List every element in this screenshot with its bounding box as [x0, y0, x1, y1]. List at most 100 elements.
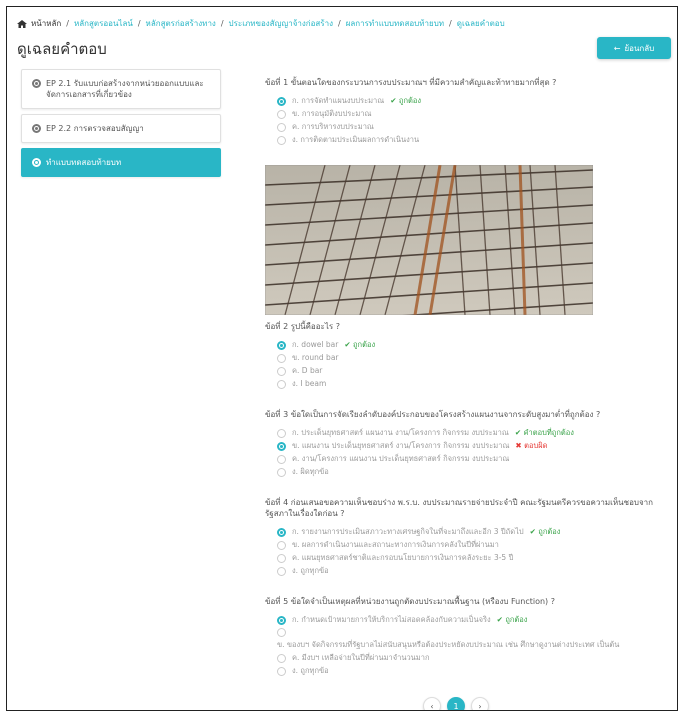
question-3: ข้อที่ 3 ข้อใดเป็นการจัดเรียงลำดับองค์ปร…	[265, 409, 665, 477]
correct-mark: ✔ ถูกต้อง	[529, 527, 561, 536]
sidebar-item-label: EP 2.2 การตรวจสอบสัญญา	[46, 124, 144, 133]
radio-circle-icon	[32, 158, 41, 167]
radio-checked-icon	[277, 96, 286, 106]
question-title: ข้อที่ 2 รูปนี้คืออะไร ?	[265, 322, 340, 331]
sidebar-item-ep21[interactable]: EP 2.1 รับแบบก่อสร้างจากหน่วยออกแบบและจั…	[21, 69, 221, 109]
option-text: ค. การบริหารงบประมาณ	[292, 122, 374, 131]
answer-option: ข. แผนงาน ประเด็นยุทธศาสตร์ งาน/โครงการ …	[265, 441, 665, 451]
question-title: ข้อที่ 1 ขั้นตอนใดของกระบวนการงบประมาณฯ …	[265, 78, 557, 87]
back-button-label: ย้อนกลับ	[624, 43, 655, 53]
question-2: ข้อที่ 2 รูปนี้คืออะไร ? ก. dowel bar ✔ …	[264, 164, 665, 389]
prev-page-button[interactable]: ‹	[423, 697, 441, 710]
radio-icon	[277, 122, 286, 132]
question-4: ข้อที่ 4 ก่อนเสนอขอความเห็นชอบร่าง พ.ร.บ…	[265, 497, 665, 576]
option-text: ข. การอนุมัติงบประมาณ	[292, 109, 372, 118]
radio-checked-icon	[277, 340, 286, 350]
question-5: ข้อที่ 5 ข้อใดจำเป็นเหตุผลที่หน่วยงานถูก…	[265, 596, 665, 676]
arrow-left-icon: ←	[613, 43, 621, 53]
next-page-button[interactable]: ›	[471, 697, 489, 710]
pagination: ‹ 1 ›	[423, 697, 489, 710]
answer-option: ง. I beam	[265, 379, 665, 389]
correct-mark: ✔ ถูกต้อง	[496, 615, 528, 624]
rebar-photo	[264, 164, 594, 326]
correct-mark: ✔ ถูกต้อง	[390, 96, 422, 105]
breadcrumb-item-current: ดูเฉลยคำตอบ	[456, 19, 505, 28]
home-icon	[17, 19, 27, 28]
radio-icon	[277, 553, 286, 563]
sidebar-item-quiz[interactable]: ทำแบบทดสอบท้ายบท	[21, 148, 221, 177]
question-1: ข้อที่ 1 ขั้นตอนใดของกระบวนการงบประมาณฯ …	[265, 77, 665, 145]
answer-option: ค. D bar	[265, 366, 665, 376]
radio-icon	[277, 366, 286, 376]
page-title: ดูเฉลยคำตอบ	[17, 40, 107, 58]
answer-option: ก. dowel bar ✔ ถูกต้อง	[265, 340, 665, 350]
radio-checked-icon	[277, 441, 286, 451]
option-text: ง. ผิดทุกข้อ	[292, 467, 329, 476]
breadcrumb-item[interactable]: ประเภทของสัญญาจ้างก่อสร้าง	[229, 17, 333, 30]
option-text: ก. รายงานการประเมินสภาวะทางเศรษฐกิจในที่…	[292, 527, 524, 536]
radio-icon	[277, 135, 286, 145]
answer-option: ก. การจัดทำแผนงบประมาณ ✔ ถูกต้อง	[265, 96, 665, 106]
breadcrumb-item[interactable]: หลักสูตรออนไลน์	[74, 17, 133, 30]
radio-icon	[277, 566, 286, 576]
radio-checked-icon	[277, 527, 286, 537]
radio-icon	[277, 467, 286, 477]
correct-mark: ✔ ถูกต้อง	[344, 340, 376, 349]
option-text: ข. ผลการดำเนินงานและสถานะทางการเงินการคล…	[292, 540, 499, 549]
answer-option: ข. ผลการดำเนินงานและสถานะทางการเงินการคล…	[265, 540, 665, 550]
radio-icon	[277, 109, 286, 119]
breadcrumb-separator: /	[449, 19, 452, 28]
radio-icon	[277, 666, 286, 676]
option-text: ค. งาน/โครงการ แผนงาน ประเด็นยุทธศาสตร์ …	[292, 454, 510, 463]
answer-option: ง. ผิดทุกข้อ	[265, 467, 665, 477]
option-text: ค. มีงบฯ เหลือจ่ายในปีที่ผ่านมาจำนวนมาก	[292, 653, 430, 662]
back-button[interactable]: ← ย้อนกลับ	[597, 37, 671, 59]
breadcrumb-separator: /	[66, 19, 69, 28]
answer-option: ค. การบริหารงบประมาณ	[265, 122, 665, 132]
option-text: ก. dowel bar	[292, 340, 339, 349]
answer-option: ข. round bar	[265, 353, 665, 363]
answer-option: ง. ถูกทุกข้อ	[265, 666, 665, 676]
question-title: ข้อที่ 4 ก่อนเสนอขอความเห็นชอบร่าง พ.ร.บ…	[265, 498, 653, 518]
option-text: ก. ประเด็นยุทธศาสตร์ แผนงาน งาน/โครงการ …	[292, 428, 509, 437]
breadcrumb-item[interactable]: หลักสูตรก่อสร้างทาง	[146, 17, 216, 30]
answer-option	[265, 628, 665, 637]
breadcrumb: หน้าหลัก / หลักสูตรออนไลน์ / หลักสูตรก่อ…	[17, 17, 505, 30]
answer-content: ข้อที่ 1 ขั้นตอนใดของกระบวนการงบประมาณฯ …	[264, 77, 665, 696]
option-text: ข. แผนงาน ประเด็นยุทธศาสตร์ งาน/โครงการ …	[292, 441, 510, 450]
option-text: ค. แผนยุทธศาสตร์ชาติและกรอบนโยบายการเงิน…	[292, 553, 514, 562]
option-text: ข. ของบฯ จัดกิจกรรมที่รัฐบาลไม่สนับสนุนห…	[277, 640, 620, 649]
breadcrumb-separator: /	[220, 19, 224, 28]
radio-icon	[277, 353, 286, 363]
answer-option: ง. การติดตามประเมินผลการดำเนินงาน	[265, 135, 665, 145]
sidebar-item-label: EP 2.1 รับแบบก่อสร้างจากหน่วยออกแบบและจั…	[46, 79, 204, 99]
breadcrumb-separator: /	[338, 19, 341, 28]
option-text: ข. round bar	[292, 353, 339, 362]
option-text: ค. D bar	[292, 366, 323, 375]
breadcrumb-item[interactable]: ผลการทำแบบทดสอบท้ายบท	[346, 17, 444, 30]
breadcrumb-separator: /	[137, 19, 141, 28]
radio-checked-icon	[277, 615, 286, 625]
page-button-current[interactable]: 1	[447, 697, 465, 710]
app-frame: หน้าหลัก / หลักสูตรออนไลน์ / หลักสูตรก่อ…	[6, 6, 678, 711]
question-title: ข้อที่ 3 ข้อใดเป็นการจัดเรียงลำดับองค์ปร…	[265, 410, 601, 419]
answer-option: ค. งาน/โครงการ แผนงาน ประเด็นยุทธศาสตร์ …	[265, 454, 665, 464]
sidebar-item-ep22[interactable]: EP 2.2 การตรวจสอบสัญญา	[21, 114, 221, 143]
radio-circle-icon	[32, 79, 41, 88]
breadcrumb-home[interactable]: หน้าหลัก	[31, 17, 61, 30]
question-title: ข้อที่ 5 ข้อใดจำเป็นเหตุผลที่หน่วยงานถูก…	[265, 597, 555, 606]
radio-icon	[277, 379, 286, 389]
answer-option: ค. แผนยุทธศาสตร์ชาติและกรอบนโยบายการเงิน…	[265, 553, 665, 563]
radio-icon	[277, 628, 286, 637]
radio-icon	[277, 428, 286, 438]
radio-circle-icon	[32, 124, 41, 133]
sidebar-item-label: ทำแบบทดสอบท้ายบท	[46, 158, 122, 167]
answer-option: ง. ถูกทุกข้อ	[265, 566, 665, 576]
answer-option: ก. ประเด็นยุทธศาสตร์ แผนงาน งาน/โครงการ …	[265, 428, 665, 438]
option-text: ก. กำหนดเป้าหมายการให้บริการไม่สอดคล้องก…	[292, 615, 491, 624]
answer-option: ค. มีงบฯ เหลือจ่ายในปีที่ผ่านมาจำนวนมาก	[265, 653, 665, 663]
answer-option: ก. รายงานการประเมินสภาวะทางเศรษฐกิจในที่…	[265, 527, 665, 537]
radio-icon	[277, 653, 286, 663]
correct-answer-mark: ✔ คำตอบที่ถูกต้อง	[514, 428, 574, 437]
option-text: ก. การจัดทำแผนงบประมาณ	[292, 96, 385, 105]
